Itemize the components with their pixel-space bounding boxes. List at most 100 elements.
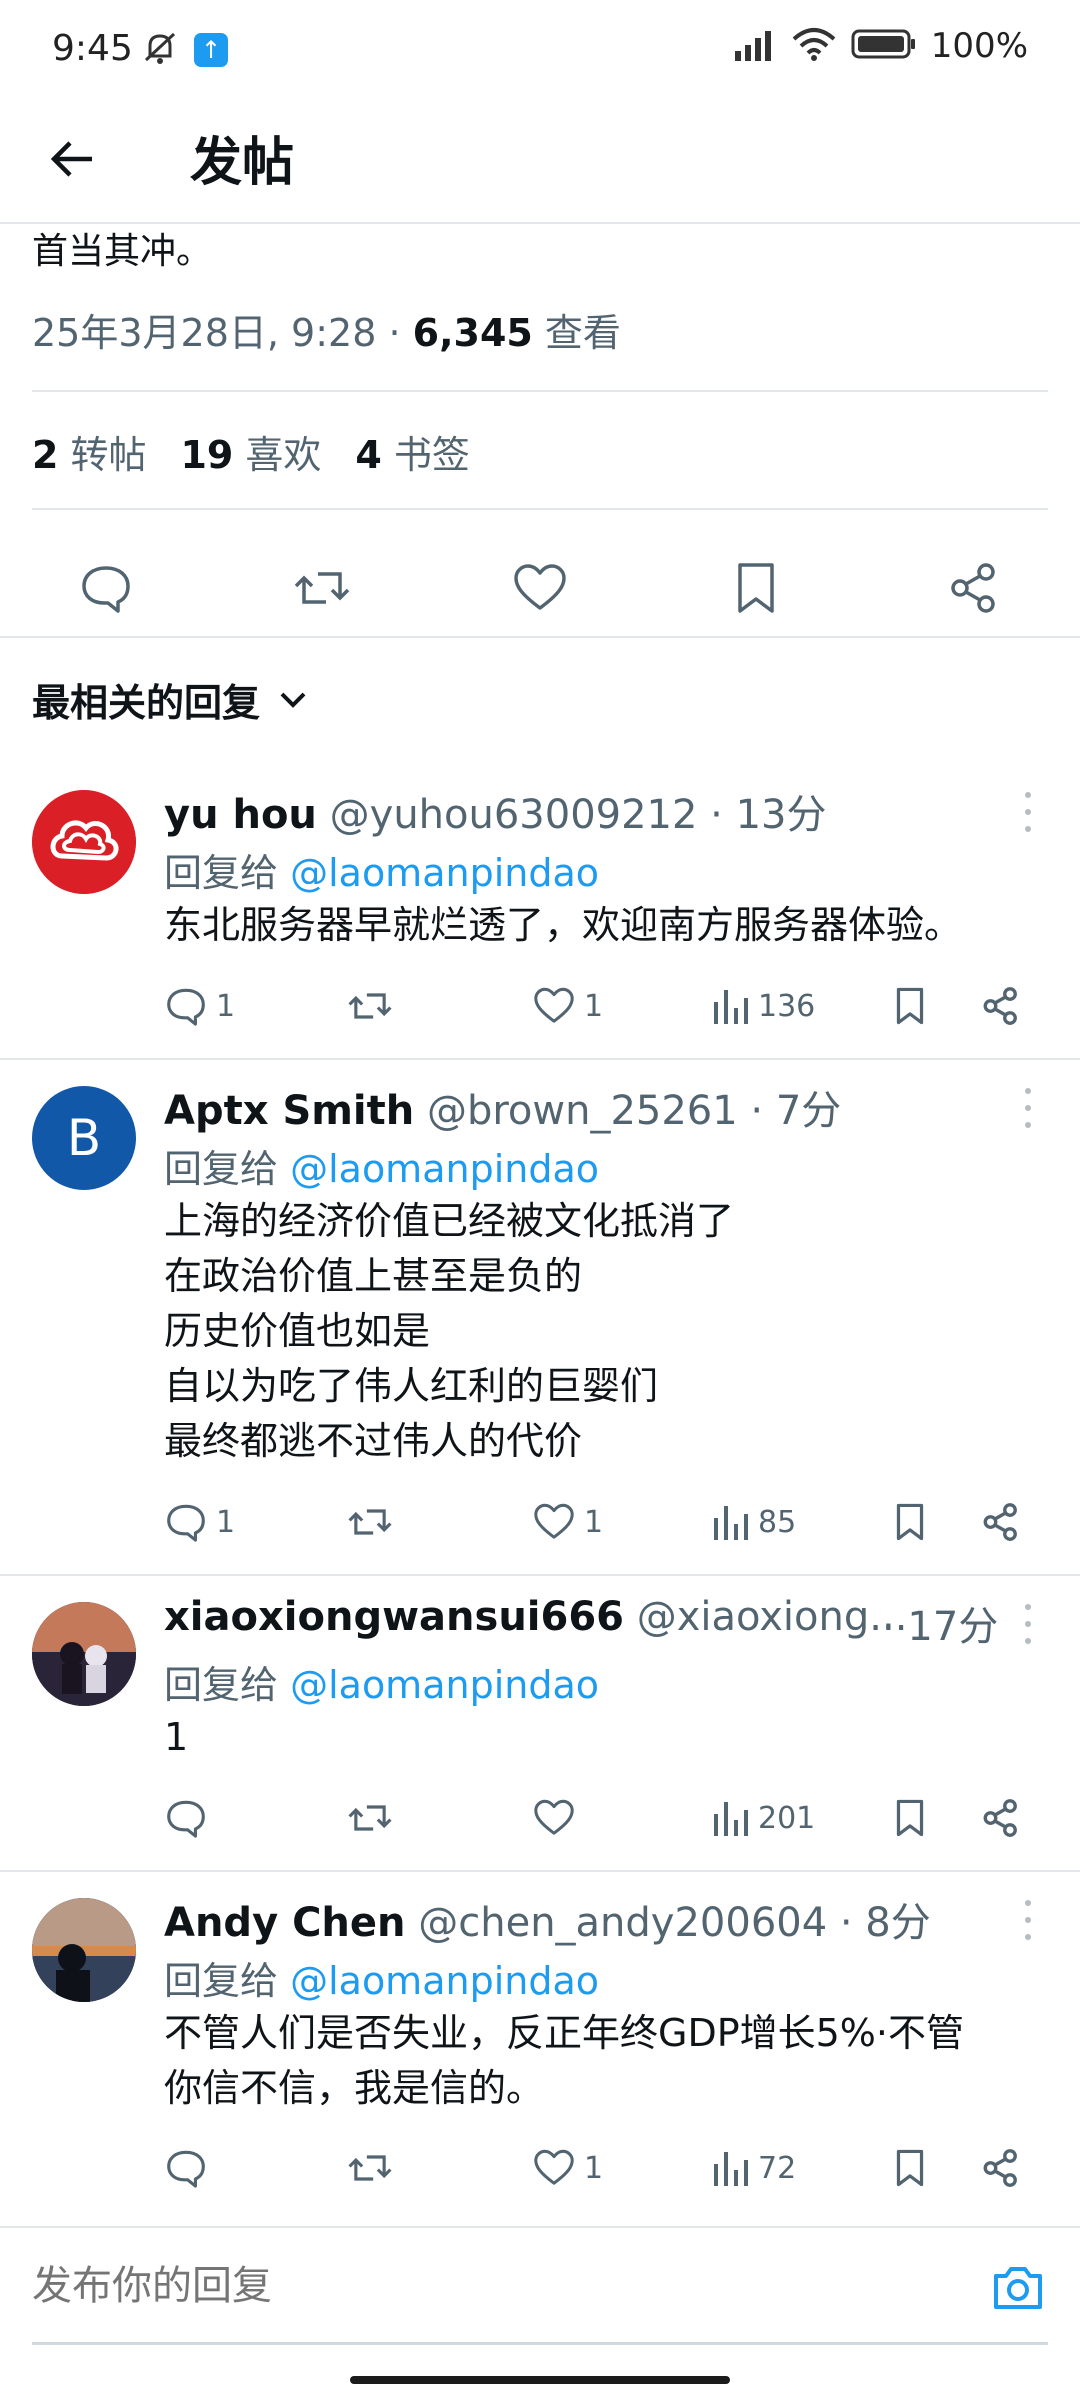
bookmark-button[interactable] xyxy=(892,976,928,1036)
avatar[interactable]: B xyxy=(32,1086,136,1190)
divider xyxy=(32,390,1048,392)
bookmark-button[interactable] xyxy=(892,1492,928,1552)
share-button[interactable] xyxy=(980,2138,1022,2198)
mention-link[interactable]: @laomanpindao xyxy=(290,1147,599,1191)
reply-header: xiaoxiongwansui666 @xiaoxiong... xyxy=(164,1594,907,1640)
reply-action-bar: 1 72 xyxy=(0,2138,1080,2198)
page-title: 发帖 xyxy=(190,133,295,193)
reply-action-bar: 1 1 136 xyxy=(0,976,1080,1036)
more-options-button[interactable] xyxy=(1016,1604,1040,1644)
heart-icon xyxy=(534,987,574,1023)
like-count: 1 xyxy=(584,1504,604,1540)
battery-icon xyxy=(851,27,917,65)
display-name[interactable]: yu hou xyxy=(164,792,317,838)
user-handle[interactable]: @brown_25261 · 7分 xyxy=(427,1088,841,1134)
post-timestamp: 25年3月28日, 9:28 · xyxy=(32,311,413,355)
divider xyxy=(32,508,1048,510)
display-name[interactable]: Andy Chen xyxy=(164,1900,406,1946)
camera-button[interactable] xyxy=(988,2258,1048,2318)
analytics-icon xyxy=(714,1802,748,1836)
repost-button[interactable] xyxy=(346,1492,394,1552)
reply-button[interactable] xyxy=(164,2138,216,2198)
view-count: 136 xyxy=(758,988,816,1024)
repost-button[interactable] xyxy=(346,976,394,1036)
bookmark-button[interactable] xyxy=(892,2138,928,2198)
reply-to: 回复给 @laomanpindao xyxy=(164,1663,599,1707)
post-text: 首当其冲。 xyxy=(32,231,213,272)
divider xyxy=(0,1058,1080,1060)
bookmark-icon xyxy=(738,563,774,613)
views-button[interactable]: 201 xyxy=(710,1788,815,1848)
divider xyxy=(0,1574,1080,1576)
share-button[interactable] xyxy=(980,976,1022,1036)
repost-button[interactable] xyxy=(346,2138,394,2198)
post-stats: 2 转帖 19 喜欢 4 书签 xyxy=(32,424,470,479)
home-indicator[interactable] xyxy=(350,2376,730,2384)
share-icon xyxy=(983,1503,1017,1541)
mention-link[interactable]: @laomanpindao xyxy=(290,1663,599,1707)
like-button[interactable] xyxy=(532,1788,584,1848)
share-button[interactable] xyxy=(980,1492,1022,1552)
more-options-button[interactable] xyxy=(1016,792,1040,832)
views-button[interactable]: 72 xyxy=(710,2138,796,2198)
like-button[interactable]: 1 xyxy=(532,976,603,1036)
back-button[interactable] xyxy=(40,126,106,192)
user-handle[interactable]: @chen_andy200604 · 8分 xyxy=(418,1900,931,1946)
view-count: 201 xyxy=(758,1800,816,1836)
avatar[interactable] xyxy=(32,790,136,894)
user-handle[interactable]: @yuhou63009212 · 13分 xyxy=(330,792,827,838)
top-app-bar: 发帖 xyxy=(0,96,1080,224)
repost-button[interactable] xyxy=(346,1788,394,1848)
analytics-icon xyxy=(714,1506,748,1540)
bookmark-icon xyxy=(896,1799,924,1837)
like-button[interactable]: 1 xyxy=(532,1492,603,1552)
reply-button[interactable]: 1 xyxy=(164,976,235,1036)
bookmark-button[interactable] xyxy=(726,558,786,618)
bookmark-icon xyxy=(896,1503,924,1541)
more-options-button[interactable] xyxy=(1016,1900,1040,1940)
reply-sort-dropdown[interactable]: 最相关的回复 xyxy=(32,672,308,727)
reply-header: Aptx Smith @brown_25261 · 7分 xyxy=(164,1078,841,1136)
analytics-icon xyxy=(714,990,748,1024)
reply-text: 不管人们是否失业，反正年终GDP增长5%·不管 你信不信，我是信的。 xyxy=(164,2011,964,2110)
repost-button[interactable] xyxy=(292,558,352,618)
likes-stat[interactable]: 19 喜欢 xyxy=(180,424,321,479)
like-button[interactable] xyxy=(510,558,570,618)
reply-button[interactable] xyxy=(164,1788,216,1848)
share-button[interactable] xyxy=(944,558,1004,618)
bookmarks-stat[interactable]: 4 书签 xyxy=(355,424,469,479)
bookmark-button[interactable] xyxy=(892,1788,928,1848)
mention-link[interactable]: @laomanpindao xyxy=(290,851,599,895)
views-label: 查看 xyxy=(532,311,621,355)
heart-icon xyxy=(534,2149,574,2185)
reply-input[interactable] xyxy=(32,2264,932,2309)
views-button[interactable]: 85 xyxy=(710,1492,796,1552)
chevron-down-icon xyxy=(280,692,306,708)
more-options-button[interactable] xyxy=(1016,1088,1040,1128)
post-action-bar xyxy=(0,532,1080,642)
views-count: 6,345 xyxy=(412,311,533,355)
reply-header: Andy Chen @chen_andy200604 · 8分 xyxy=(164,1890,931,1948)
reply-button[interactable]: 1 xyxy=(164,1492,235,1552)
share-button[interactable] xyxy=(980,1788,1022,1848)
display-name[interactable]: xiaoxiongwansui666 xyxy=(164,1594,624,1640)
mention-link[interactable]: @laomanpindao xyxy=(290,1959,599,2003)
views-button[interactable]: 136 xyxy=(710,976,815,1036)
reply-text: 上海的经济价值已经被文化抵消了 在政治价值上甚至是负的 历史价值也如是 自以为吃… xyxy=(164,1199,735,1463)
user-handle[interactable]: @xiaoxiong... xyxy=(637,1594,908,1640)
avatar[interactable] xyxy=(32,1898,136,2002)
display-name[interactable]: Aptx Smith xyxy=(164,1088,414,1134)
bookmark-icon xyxy=(896,987,924,1025)
avatar[interactable] xyxy=(32,1602,136,1706)
view-count: 72 xyxy=(758,2150,797,2186)
reposts-stat[interactable]: 2 转帖 xyxy=(32,424,146,479)
reply-button[interactable] xyxy=(76,558,136,618)
repost-icon xyxy=(348,1509,392,1535)
reply-time: · 17分 xyxy=(882,1604,999,1650)
reply-composer xyxy=(0,2226,1080,2350)
like-button[interactable]: 1 xyxy=(532,2138,603,2198)
sort-label: 最相关的回复 xyxy=(32,681,261,725)
view-count: 85 xyxy=(758,1504,797,1540)
wifi-icon xyxy=(791,27,837,65)
heart-icon xyxy=(534,1503,574,1539)
